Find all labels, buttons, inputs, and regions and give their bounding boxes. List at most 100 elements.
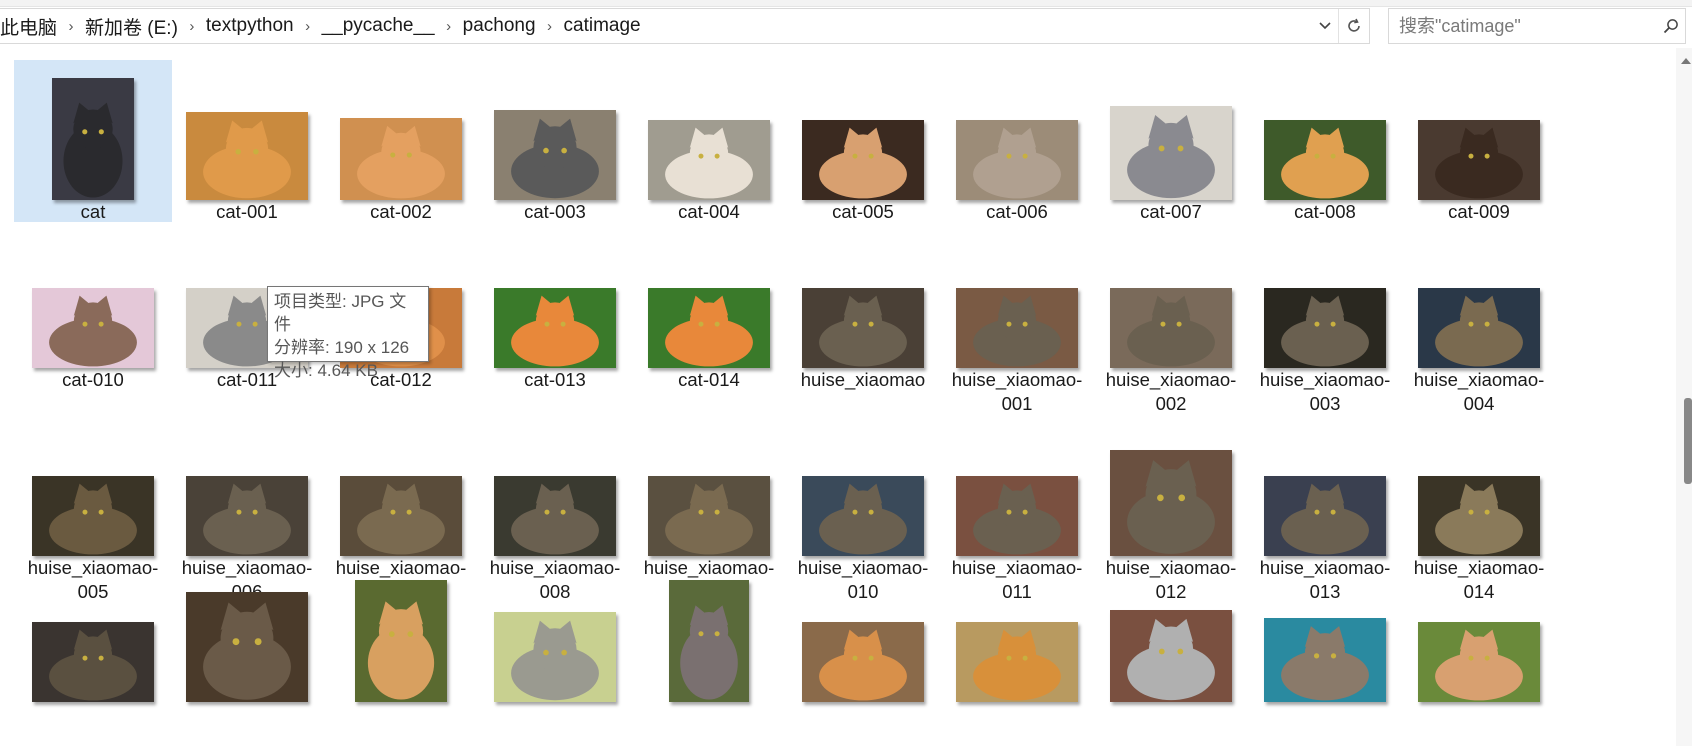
- file-item[interactable]: cat-008: [1246, 60, 1404, 222]
- cat-photo-thumbnail: [494, 110, 616, 200]
- file-item[interactable]: huise_xiaomao- 008: [476, 416, 634, 602]
- file-name-label: cat-014: [678, 369, 740, 390]
- file-item[interactable]: cat-005: [784, 60, 942, 222]
- thumbnail-frame: [630, 416, 788, 556]
- file-info-tooltip: 项目类型: JPG 文件 分辨率: 190 x 126 大小: 4.64 KB: [267, 286, 429, 380]
- file-item[interactable]: huise_xiaomao- 013: [1246, 416, 1404, 602]
- thumbnail-frame: [1092, 60, 1250, 200]
- file-name-label: cat: [80, 201, 106, 222]
- file-item[interactable]: huise_xiaomao- 003: [1246, 228, 1404, 414]
- file-item[interactable]: cat-007: [1092, 60, 1250, 222]
- breadcrumb-pachong[interactable]: pachong: [459, 15, 540, 37]
- file-item[interactable]: huise_xiaomao- 011: [938, 416, 1096, 602]
- thumbnail-frame: [1400, 60, 1558, 200]
- file-name-label: cat-004: [678, 201, 740, 222]
- file-item[interactable]: cat-013: [476, 228, 634, 390]
- file-item[interactable]: cat-009: [1400, 60, 1558, 222]
- scroll-up-arrow-icon[interactable]: [1681, 58, 1691, 64]
- file-item[interactable]: [1092, 562, 1250, 724]
- search-icon[interactable]: [1657, 9, 1685, 43]
- file-item[interactable]: huise_xiaomao- 009: [630, 416, 788, 602]
- file-item[interactable]: cat-004: [630, 60, 788, 222]
- thumbnail-frame: [476, 228, 634, 368]
- file-item[interactable]: [1246, 562, 1404, 724]
- cat-photo-thumbnail: [1418, 622, 1540, 702]
- chevron-right-icon[interactable]: ›: [298, 18, 318, 35]
- vertical-scrollbar[interactable]: [1676, 48, 1692, 746]
- cat-photo-thumbnail: [32, 476, 154, 556]
- breadcrumb-textpython[interactable]: textpython: [202, 15, 298, 37]
- file-item[interactable]: huise_xiaomao- 007: [322, 416, 480, 602]
- file-item[interactable]: [938, 562, 1096, 724]
- refresh-button[interactable]: [1338, 9, 1369, 43]
- search-input[interactable]: [1389, 9, 1657, 43]
- file-item[interactable]: cat: [14, 60, 172, 222]
- file-item[interactable]: huise_xiaomao- 012: [1092, 416, 1250, 602]
- thumbnail-frame: [14, 60, 172, 200]
- file-item[interactable]: huise_xiaomao- 001: [938, 228, 1096, 414]
- cat-photo-thumbnail: [1264, 618, 1386, 702]
- file-item[interactable]: cat-006: [938, 60, 1096, 222]
- breadcrumb-pycache[interactable]: __pycache__: [318, 15, 439, 37]
- file-item[interactable]: huise_xiaomao- 010: [784, 416, 942, 602]
- cat-photo-thumbnail: [186, 112, 308, 200]
- cat-photo-thumbnail: [802, 120, 924, 200]
- cat-photo-thumbnail: [494, 612, 616, 702]
- thumbnail-frame: [14, 416, 172, 556]
- cat-photo-thumbnail: [1264, 120, 1386, 200]
- file-item[interactable]: cat-002: [322, 60, 480, 222]
- file-item[interactable]: [14, 562, 172, 724]
- breadcrumb-drive-e[interactable]: 新加卷 (E:): [81, 13, 182, 40]
- chevron-right-icon[interactable]: ›: [439, 18, 459, 35]
- breadcrumb-catimage[interactable]: catimage: [560, 15, 645, 37]
- thumbnail-frame: [322, 562, 480, 702]
- cat-photo-thumbnail: [648, 120, 770, 200]
- cat-photo-thumbnail: [186, 476, 308, 556]
- breadcrumb-this-pc[interactable]: 此电脑: [0, 13, 61, 40]
- thumbnail-frame: [784, 228, 942, 368]
- cat-photo-thumbnail: [648, 476, 770, 556]
- file-item[interactable]: huise_xiaomao- 006: [168, 416, 326, 602]
- cat-photo-thumbnail: [32, 288, 154, 368]
- address-history-dropdown[interactable]: [1312, 9, 1338, 43]
- search-box[interactable]: [1388, 8, 1686, 44]
- cat-photo-thumbnail: [956, 476, 1078, 556]
- file-item[interactable]: cat-010: [14, 228, 172, 390]
- file-item[interactable]: cat-014: [630, 228, 788, 390]
- file-name-label: cat-003: [524, 201, 586, 222]
- file-item[interactable]: huise_xiaomao: [784, 228, 942, 390]
- file-item[interactable]: [1400, 562, 1558, 724]
- cat-photo-thumbnail: [340, 118, 462, 200]
- file-item[interactable]: huise_xiaomao- 002: [1092, 228, 1250, 414]
- thumbnail-frame: [1400, 228, 1558, 368]
- file-name-label: cat-008: [1294, 201, 1356, 222]
- file-item[interactable]: huise_xiaomao- 005: [14, 416, 172, 602]
- file-item[interactable]: [784, 562, 942, 724]
- thumbnail-frame: [1246, 228, 1404, 368]
- cat-photo-thumbnail: [32, 622, 154, 702]
- cat-photo-thumbnail: [52, 78, 134, 200]
- cat-photo-thumbnail: [186, 592, 308, 702]
- file-item[interactable]: [322, 562, 480, 724]
- scrollbar-thumb[interactable]: [1684, 398, 1692, 484]
- file-item[interactable]: [630, 562, 788, 724]
- file-grid: cat cat-001 cat-002 cat-003 cat-004 cat-005 ca…: [14, 60, 1674, 750]
- file-item[interactable]: cat-001: [168, 60, 326, 222]
- chevron-down-icon: [1319, 22, 1331, 30]
- breadcrumb: 此电脑 › 新加卷 (E:) › textpython › __pycache_…: [0, 9, 1312, 43]
- thumbnail-frame: [322, 416, 480, 556]
- chevron-right-icon[interactable]: ›: [182, 18, 202, 35]
- file-item[interactable]: huise_xiaomao- 004: [1400, 228, 1558, 414]
- cat-photo-thumbnail: [1418, 288, 1540, 368]
- file-item[interactable]: [476, 562, 634, 724]
- thumbnail-frame: [784, 60, 942, 200]
- thumbnail-frame: [938, 562, 1096, 702]
- address-bar[interactable]: 此电脑 › 新加卷 (E:) › textpython › __pycache_…: [0, 8, 1370, 44]
- cat-photo-thumbnail: [355, 580, 447, 702]
- file-item[interactable]: huise_xiaomao- 014: [1400, 416, 1558, 602]
- file-name-label: cat-007: [1140, 201, 1202, 222]
- chevron-right-icon[interactable]: ›: [61, 18, 81, 35]
- chevron-right-icon[interactable]: ›: [540, 18, 560, 35]
- file-item[interactable]: cat-003: [476, 60, 634, 222]
- file-item[interactable]: [168, 562, 326, 724]
